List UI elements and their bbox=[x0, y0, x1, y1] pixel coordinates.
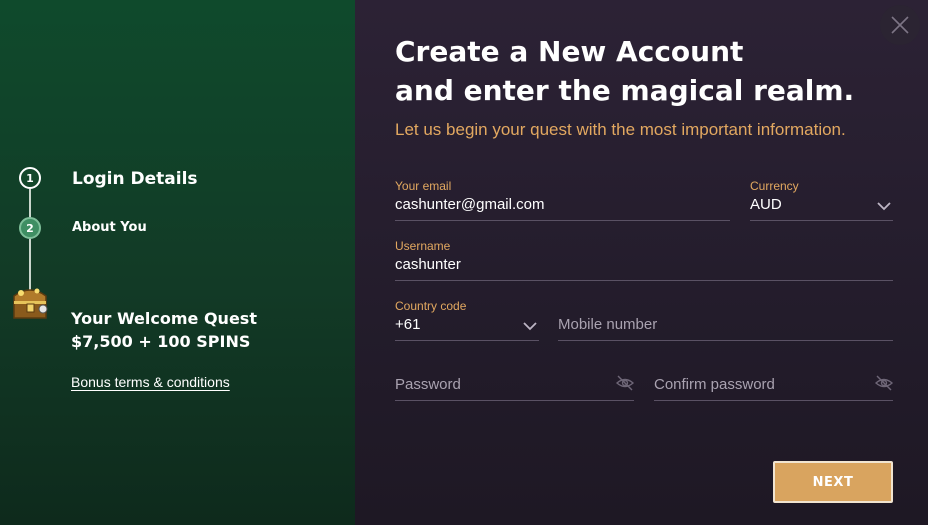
confirm-password-placeholder: Confirm password bbox=[654, 376, 775, 393]
currency-value: AUD bbox=[750, 196, 782, 213]
welcome-quest-amount: $7,500 + 100 SPINS bbox=[71, 332, 251, 351]
password-field[interactable]: Password bbox=[395, 359, 634, 401]
step-2-label: About You bbox=[72, 220, 147, 235]
currency-select[interactable]: Currency AUD bbox=[750, 179, 893, 221]
password-placeholder: Password bbox=[395, 376, 461, 393]
eye-off-icon[interactable] bbox=[875, 375, 893, 391]
step-1-indicator: 1 bbox=[19, 167, 41, 189]
title-line-2: and enter the magical realm. bbox=[395, 74, 855, 107]
step-2-indicator: 2 bbox=[19, 217, 41, 239]
eye-off-icon[interactable] bbox=[616, 375, 634, 391]
username-value: cashunter bbox=[395, 256, 461, 273]
chevron-down-icon bbox=[877, 202, 891, 211]
country-code-select[interactable]: Country code +61 bbox=[395, 299, 539, 341]
country-code-label: Country code bbox=[395, 299, 467, 313]
username-field[interactable]: Username cashunter bbox=[395, 239, 893, 281]
bonus-terms-link[interactable]: Bonus terms & conditions bbox=[71, 374, 230, 390]
next-button[interactable]: NEXT bbox=[773, 461, 893, 503]
welcome-quest-title: Your Welcome Quest bbox=[71, 309, 257, 328]
mobile-number-field[interactable]: Mobile number bbox=[558, 299, 893, 341]
username-label: Username bbox=[395, 239, 451, 253]
currency-label: Currency bbox=[750, 179, 799, 193]
confirm-password-field[interactable]: Confirm password bbox=[654, 359, 893, 401]
mobile-number-placeholder: Mobile number bbox=[558, 316, 658, 333]
email-label: Your email bbox=[395, 179, 452, 193]
sidebar-panel: 1 Login Details 2 About You Your Welcome… bbox=[0, 0, 355, 525]
page-subtitle: Let us begin your quest with the most im… bbox=[395, 120, 846, 139]
treasure-chest-icon bbox=[13, 288, 48, 319]
title-line-1: Create a New Account bbox=[395, 35, 744, 68]
country-code-value: +61 bbox=[395, 316, 421, 333]
email-value: cashunter@gmail.com bbox=[395, 196, 545, 213]
email-field[interactable]: Your email cashunter@gmail.com bbox=[395, 179, 730, 221]
step-1-label: Login Details bbox=[72, 169, 198, 189]
step-progress-line bbox=[29, 189, 31, 293]
chevron-down-icon bbox=[523, 322, 537, 331]
page-title: Create a New Account and enter the magic… bbox=[395, 32, 895, 110]
